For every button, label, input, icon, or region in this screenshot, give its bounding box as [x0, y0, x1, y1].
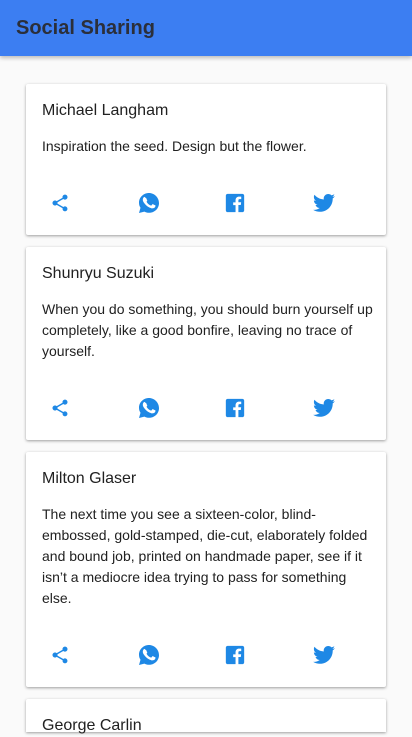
quote-text: The next time you see a sixteen-color, b… [42, 506, 368, 606]
facebook-button[interactable] [221, 189, 249, 217]
whatsapp-button[interactable] [135, 189, 163, 217]
twitter-button[interactable] [310, 641, 338, 669]
quote-author: Milton Glaser [42, 470, 137, 487]
share-actions [26, 189, 386, 217]
quote-card: Milton Glaser The next time you see a si… [26, 452, 386, 687]
share-button[interactable] [46, 189, 74, 217]
whatsapp-button[interactable] [135, 394, 163, 422]
facebook-button[interactable] [221, 394, 249, 422]
app-bar: Social Sharing [0, 0, 412, 56]
whatsapp-icon [139, 645, 159, 665]
twitter-icon [313, 194, 335, 212]
share-actions [26, 641, 386, 669]
twitter-icon [313, 646, 335, 664]
whatsapp-button[interactable] [135, 641, 163, 669]
quote-text: Inspiration the seed. Design but the flo… [42, 138, 307, 154]
quote-author: Shunryu Suzuki [42, 265, 155, 282]
facebook-icon [225, 193, 245, 213]
twitter-button[interactable] [310, 189, 338, 217]
facebook-button[interactable] [221, 641, 249, 669]
app-title: Social Sharing [16, 17, 155, 39]
share-icon [52, 194, 68, 212]
share-icon [52, 399, 68, 417]
twitter-button[interactable] [310, 394, 338, 422]
quote-author: Michael Langham [42, 102, 169, 119]
share-actions [26, 394, 386, 422]
quote-card: Shunryu Suzuki When you do something, yo… [26, 247, 386, 440]
quote-author: George Carlin [42, 717, 142, 734]
quote-card: George Carlin [26, 699, 386, 734]
share-button[interactable] [46, 641, 74, 669]
whatsapp-icon [139, 398, 159, 418]
share-icon [52, 646, 68, 664]
whatsapp-icon [139, 193, 159, 213]
twitter-icon [313, 399, 335, 417]
share-button[interactable] [46, 394, 74, 422]
quote-card: Michael Langham Inspiration the seed. De… [26, 84, 386, 235]
facebook-icon [225, 645, 245, 665]
facebook-icon [225, 398, 245, 418]
quote-text: When you do something, you should burn y… [42, 301, 373, 359]
